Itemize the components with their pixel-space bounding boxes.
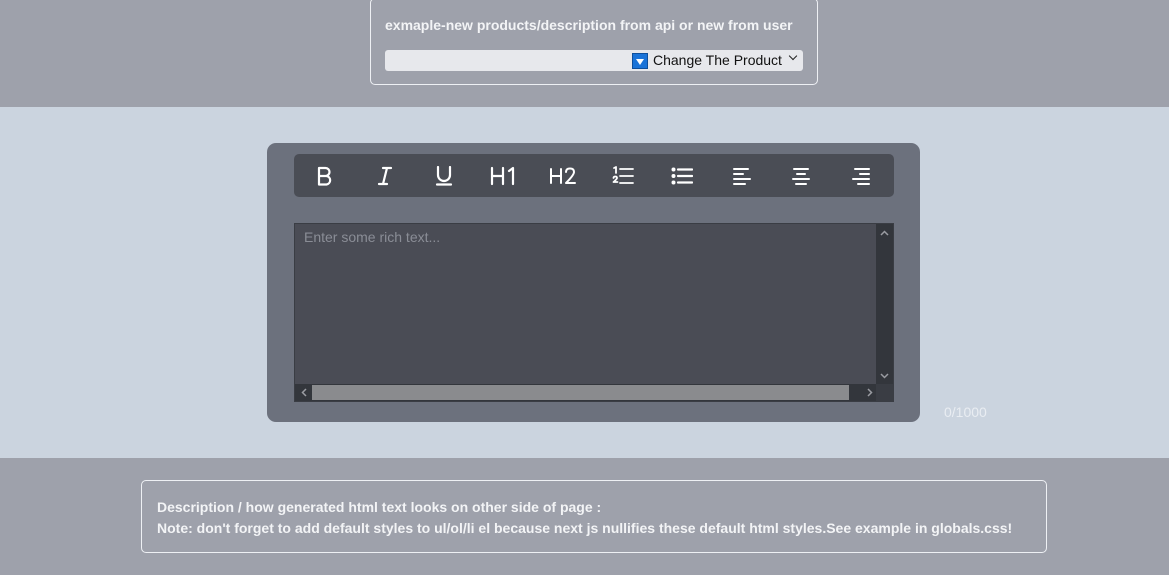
italic-icon xyxy=(377,166,393,185)
product-panel: exmaple-new products/description from ap… xyxy=(370,0,818,85)
horizontal-scrollbar[interactable] xyxy=(295,384,878,401)
chevron-down-icon xyxy=(788,51,798,61)
bulleted-list-button[interactable] xyxy=(658,154,706,197)
bold-button[interactable] xyxy=(301,154,349,197)
description-note: Note: don't forget to add default styles… xyxy=(157,520,1013,536)
editor-section: Enter some rich text... 0/1000 xyxy=(0,107,1169,458)
vertical-scrollbar[interactable] xyxy=(876,224,893,384)
scrollbar-thumb[interactable] xyxy=(312,385,849,400)
editor-toolbar xyxy=(294,154,894,197)
description-heading: Description / how generated html text lo… xyxy=(157,499,602,515)
description-section: Description / how generated html text lo… xyxy=(0,458,1169,575)
align-right-button[interactable] xyxy=(837,154,885,197)
heading-2-icon xyxy=(550,167,576,184)
ordered-list-icon xyxy=(612,165,634,184)
align-right-icon xyxy=(852,167,870,185)
align-left-icon xyxy=(733,167,751,185)
underline-icon xyxy=(435,165,453,186)
ordered-list-button[interactable] xyxy=(599,154,647,197)
panel-title: exmaple-new products/description from ap… xyxy=(385,17,793,33)
italic-button[interactable] xyxy=(361,154,409,197)
header-band: exmaple-new products/description from ap… xyxy=(0,0,1169,107)
rich-text-editor: Enter some rich text... xyxy=(267,143,920,422)
bulleted-list-icon xyxy=(671,167,693,184)
product-select[interactable]: Change The Product xyxy=(385,50,803,71)
heading-1-button[interactable] xyxy=(480,154,528,197)
heading-2-button[interactable] xyxy=(539,154,587,197)
scrollbar-corner xyxy=(876,384,893,401)
dropdown-icon xyxy=(632,53,648,69)
editor-placeholder: Enter some rich text... xyxy=(304,229,441,245)
description-panel: Description / how generated html text lo… xyxy=(141,480,1047,553)
bold-icon xyxy=(317,166,332,186)
align-center-icon xyxy=(792,167,810,185)
align-center-button[interactable] xyxy=(777,154,825,197)
character-counter: 0/1000 xyxy=(944,404,987,420)
align-left-button[interactable] xyxy=(718,154,766,197)
product-select-value: Change The Product xyxy=(653,52,782,68)
scroll-down-icon[interactable] xyxy=(876,367,893,384)
scroll-left-icon[interactable] xyxy=(295,384,312,401)
scroll-up-icon[interactable] xyxy=(876,224,893,241)
rich-text-input[interactable]: Enter some rich text... xyxy=(294,223,894,402)
underline-button[interactable] xyxy=(420,154,468,197)
heading-1-icon xyxy=(490,166,515,185)
